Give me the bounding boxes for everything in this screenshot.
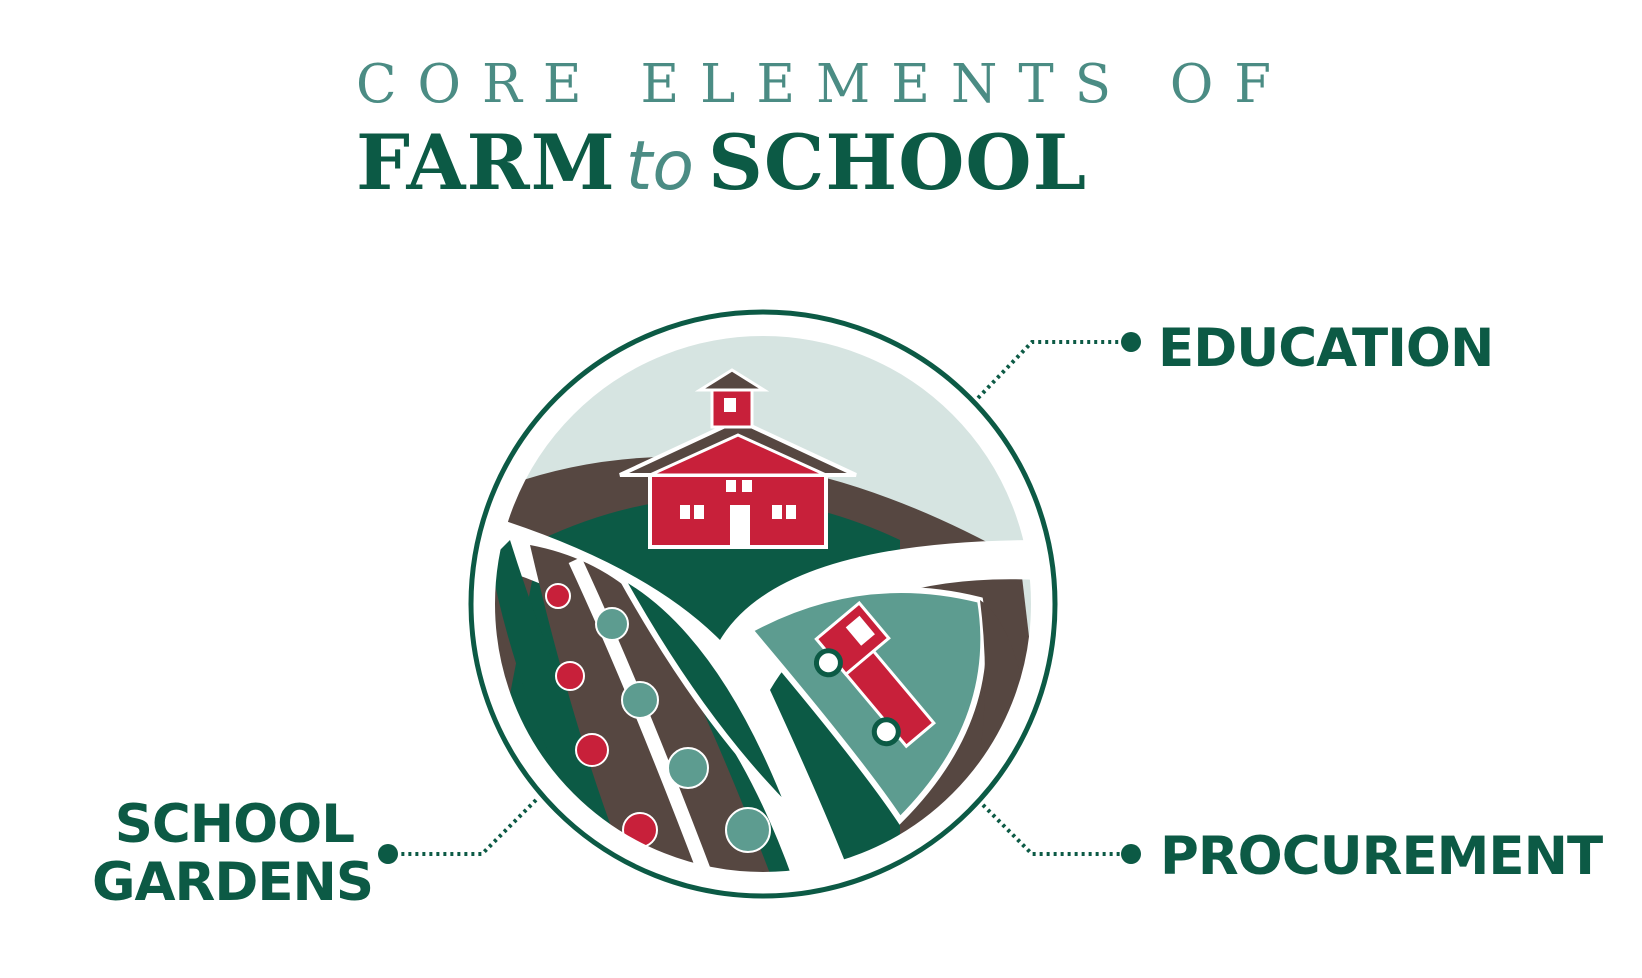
procurement-connector	[976, 798, 1128, 856]
label-gardens-line1: SCHOOL	[114, 794, 355, 855]
label-gardens-line2: GARDENS	[92, 852, 374, 913]
education-dot	[1121, 332, 1141, 352]
gardens-dot	[378, 844, 398, 864]
label-education: EDUCATION	[1158, 318, 1494, 379]
label-procurement: PROCUREMENT	[1160, 826, 1603, 887]
education-connector	[976, 340, 1128, 400]
procurement-dot	[1121, 844, 1141, 864]
label-school-gardens: SCHOOL GARDENS	[92, 794, 374, 913]
gardens-connector	[400, 798, 538, 856]
